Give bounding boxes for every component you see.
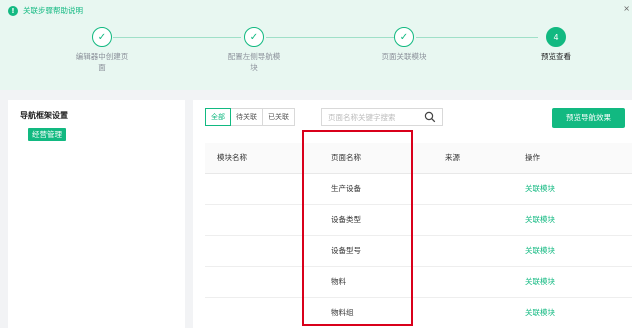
close-icon[interactable]: ×: [623, 4, 630, 13]
help-link[interactable]: ! 关联步骤帮助说明: [8, 5, 83, 16]
preview-nav-button[interactable]: 预览导航效果: [552, 108, 625, 128]
help-text: 关联步骤帮助说明: [23, 6, 83, 15]
link-module-link[interactable]: 关联模块: [525, 267, 555, 297]
header-module: 模块名称: [217, 153, 247, 162]
link-module-link[interactable]: 关联模块: [525, 236, 555, 266]
filter-linked[interactable]: 已关联: [262, 108, 295, 126]
tree-item-label: 经营管理: [28, 128, 66, 141]
panel-title: 导航框架设置: [20, 111, 68, 120]
tree-item-business-management[interactable]: 经营管理: [28, 128, 66, 141]
filter-tabs: 全部 待关联 已关联: [205, 108, 295, 126]
link-module-link[interactable]: 关联模块: [525, 174, 555, 204]
step-label: 配置左侧导航模 块: [194, 51, 314, 73]
step-label: 页面关联模块: [381, 52, 427, 61]
table-row: 物料 关联模块: [205, 267, 632, 298]
step-3: ✓ 页面关联模块: [344, 27, 464, 62]
check-icon: ✓: [244, 27, 264, 47]
step-number: 4: [546, 27, 566, 47]
check-icon: ✓: [92, 27, 112, 47]
step-label-line: 配置左侧导航模: [227, 52, 281, 61]
steps-panel: ! 关联步骤帮助说明 × ✓ 编辑器中创建页 面 ✓ 配置左侧导航模 块 ✓ 页…: [0, 0, 632, 90]
step-label-line: 面: [98, 63, 106, 72]
step-label-line: 块: [250, 63, 258, 72]
filter-pending[interactable]: 待关联: [230, 108, 263, 126]
search-placeholder: 页面名称关键字搜索: [328, 112, 396, 122]
info-icon: !: [8, 5, 18, 16]
step-4: 4 预览查看: [496, 27, 616, 62]
step-label-line: 编辑器中创建页: [75, 52, 129, 61]
table-row: 物料组 关联模块: [205, 298, 632, 328]
filter-all[interactable]: 全部: [205, 108, 231, 126]
link-module-link[interactable]: 关联模块: [525, 298, 555, 328]
search-input[interactable]: 页面名称关键字搜索: [321, 108, 443, 126]
link-module-link[interactable]: 关联模块: [525, 205, 555, 235]
module-table: 模块名称 页面名称 来源 操作 生产设备 关联模块 设备类型 关联模块 设备型号…: [205, 143, 632, 328]
highlight-box: [302, 130, 413, 326]
step-1: ✓ 编辑器中创建页 面: [42, 27, 162, 73]
table-row: 生产设备 关联模块: [205, 174, 632, 205]
table-row: 设备类型 关联模块: [205, 205, 632, 236]
step-2: ✓ 配置左侧导航模 块: [194, 27, 314, 73]
search-icon[interactable]: [424, 111, 436, 123]
header-source: 来源: [445, 153, 460, 162]
table-header: 模块名称 页面名称 来源 操作: [205, 143, 632, 174]
check-icon: ✓: [394, 27, 414, 47]
step-label: 预览查看: [541, 52, 571, 61]
header-action: 操作: [525, 153, 540, 162]
table-row: 设备型号 关联模块: [205, 236, 632, 267]
step-label: 编辑器中创建页 面: [42, 51, 162, 73]
